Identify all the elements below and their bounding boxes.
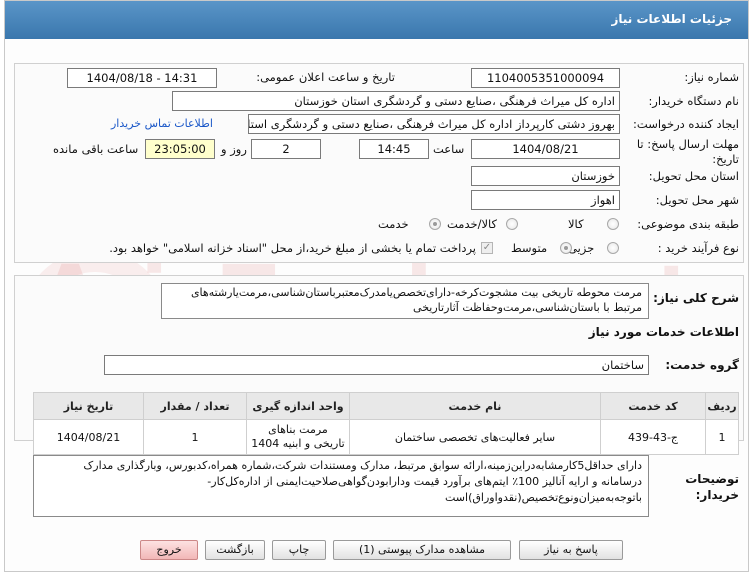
buyer-org-label: نام دستگاه خریدار: bbox=[648, 94, 739, 108]
deadline-time-field: 14:45 bbox=[359, 139, 429, 159]
days-label: روز و bbox=[221, 142, 247, 156]
description-label: شرح کلی نیاز: bbox=[653, 291, 739, 305]
print-button[interactable]: چاپ bbox=[272, 540, 326, 560]
creator-label: ایجاد کننده درخواست: bbox=[633, 117, 739, 131]
creator-field: بهروز دشتی کارپرداز اداره کل میراث فرهنگ… bbox=[248, 114, 620, 134]
table-header-row: ردیف کد خدمت نام خدمت واحد اندازه گیری ت… bbox=[33, 392, 739, 420]
view-attachments-button[interactable]: مشاهده مدارک پیوستی (1) bbox=[333, 540, 511, 560]
service-group-label: گروه خدمت: bbox=[665, 358, 739, 372]
deadline-time-label: ساعت bbox=[433, 142, 465, 156]
col-header-unit: واحد اندازه گیری bbox=[246, 392, 350, 420]
process-option-medium: متوسط bbox=[511, 241, 548, 255]
category-label: طبقه بندی موضوعی: bbox=[637, 217, 739, 231]
contact-buyer-link[interactable]: اطلاعات تماس خریدار bbox=[111, 117, 213, 130]
cell-unit: مرمت بناهای تاریخی و ابنیه 1404 bbox=[246, 419, 350, 455]
city-field: اهواز bbox=[471, 190, 620, 210]
days-field: 2 bbox=[251, 139, 321, 159]
category-radio-goods[interactable] bbox=[607, 218, 619, 230]
cell-row-number: 1 bbox=[705, 419, 739, 455]
table-row: 1 ج-43-439 سایر فعالیت‌های تخصصی ساختمان… bbox=[33, 419, 739, 455]
col-header-code: کد خدمت bbox=[600, 392, 706, 420]
col-header-date: تاریخ نیاز bbox=[33, 392, 144, 420]
deadline-date-field: 1404/08/21 bbox=[471, 139, 620, 159]
buyer-notes-text: دارای حداقل5کارمشابه‌دراین‌زمینه،ارائه س… bbox=[33, 455, 649, 517]
buyer-org-field: اداره کل میراث فرهنگی ،صنایع دستی و گردش… bbox=[172, 91, 620, 111]
col-header-qty: تعداد / مقدار bbox=[143, 392, 247, 420]
page-title: جزئیات اطلاعات نیاز bbox=[611, 12, 732, 26]
description-text: مرمت محوطه تاریخی بیت مشجوت‌کرخه-دارای‌ت… bbox=[161, 283, 649, 319]
back-button[interactable]: بازگشت bbox=[205, 540, 265, 560]
category-radio-goods-service[interactable] bbox=[506, 218, 518, 230]
remaining-time-field: 23:05:00 bbox=[145, 139, 215, 159]
buyer-notes-label: توضیحات خریدار: bbox=[685, 472, 739, 502]
payment-note: پرداخت تمام یا بخشی از مبلغ خرید،از محل … bbox=[109, 241, 476, 255]
cell-service-code: ج-43-439 bbox=[600, 419, 706, 455]
cell-quantity: 1 bbox=[143, 419, 247, 455]
process-radio-minor[interactable] bbox=[607, 242, 619, 254]
process-radio-medium[interactable] bbox=[560, 242, 572, 254]
province-field: خوزستان bbox=[471, 166, 620, 186]
category-radio-service[interactable] bbox=[429, 218, 441, 230]
cell-service-name: سایر فعالیت‌های تخصصی ساختمان bbox=[349, 419, 601, 455]
deadline-label: مهلت ارسال پاسخ: تا تاریخ: bbox=[636, 137, 739, 166]
category-option-goods-service: کالا/خدمت bbox=[447, 217, 498, 231]
reply-button[interactable]: پاسخ به نیاز bbox=[519, 540, 623, 560]
col-header-name: نام خدمت bbox=[349, 392, 601, 420]
announce-label: تاریخ و ساعت اعلان عمومی: bbox=[256, 70, 395, 84]
city-label: شهر محل تحویل: bbox=[655, 193, 739, 207]
service-group-field: ساختمان bbox=[104, 355, 649, 375]
col-header-row: ردیف bbox=[705, 392, 739, 420]
category-option-service: خدمت bbox=[378, 217, 409, 231]
services-title: اطلاعات خدمات مورد نیاز bbox=[588, 325, 739, 339]
announce-field: 1404/08/18 - 14:31 bbox=[67, 68, 217, 88]
process-label: نوع فرآیند خرید : bbox=[657, 241, 739, 255]
need-number-field: 1104005351000094 bbox=[471, 68, 620, 88]
province-label: استان محل تحویل: bbox=[648, 169, 739, 183]
page-header: جزئیات اطلاعات نیاز bbox=[5, 1, 748, 39]
remaining-time-label: ساعت باقی مانده bbox=[53, 142, 139, 156]
cell-need-date: 1404/08/21 bbox=[33, 419, 144, 455]
payment-checkbox[interactable]: ✓ bbox=[481, 242, 493, 254]
exit-button[interactable]: خروج bbox=[140, 540, 198, 560]
services-table: ردیف کد خدمت نام خدمت واحد اندازه گیری ت… bbox=[33, 392, 739, 455]
need-number-label: شماره نیاز: bbox=[684, 70, 739, 84]
category-option-goods: کالا bbox=[568, 217, 584, 231]
